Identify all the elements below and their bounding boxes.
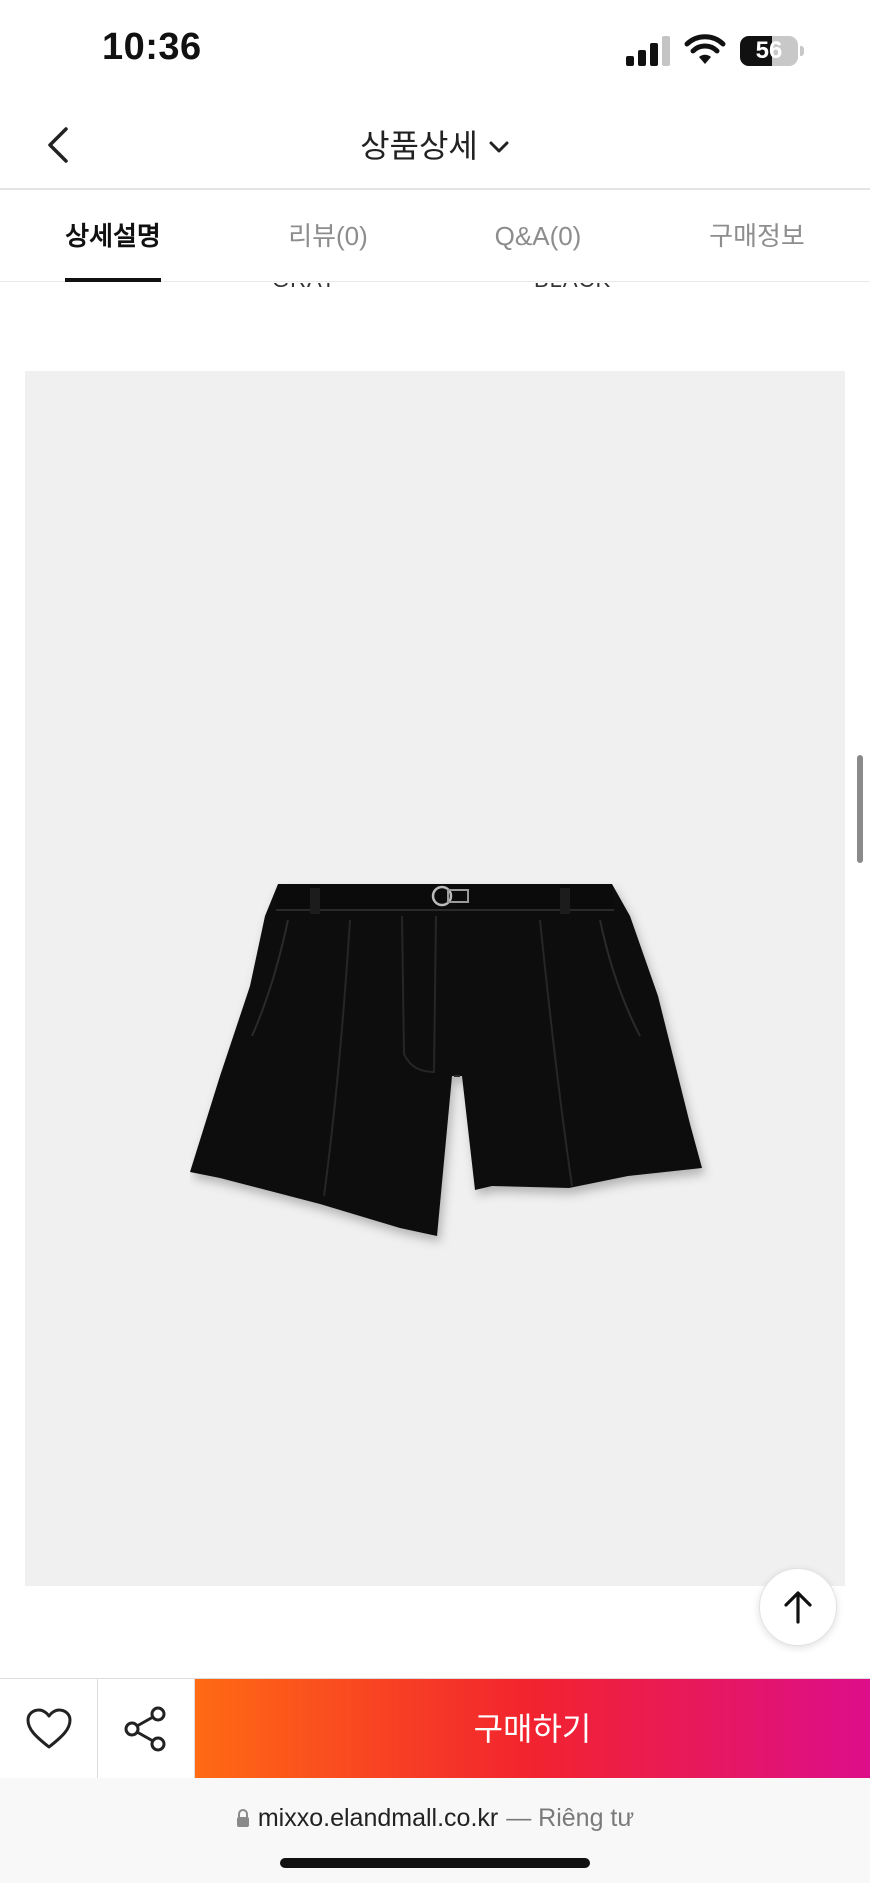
scroll-indicator[interactable] [857,755,863,863]
signal-icon [626,36,670,66]
header: 상품상세 [0,100,870,190]
lock-icon [236,1809,249,1827]
tab-qna[interactable]: Q&A(0) [465,190,611,282]
tab-purchase-info[interactable]: 구매정보 [684,190,830,282]
tab-detail[interactable]: 상세설명 [40,190,186,282]
tab-reviews[interactable]: 리뷰(0) [255,190,401,282]
black-shorts-image [190,884,702,1236]
active-tab-underline [65,278,161,282]
privacy-label: — Riêng tư [506,1803,635,1832]
status-bar: 10:36 56 [0,0,870,100]
arrow-up-icon [784,1591,812,1624]
battery-level: 56 [755,37,783,64]
buy-button[interactable]: 구매하기 [195,1679,870,1779]
url-domain: mixxo.elandmall.co.kr [257,1803,499,1832]
wishlist-button[interactable] [0,1679,98,1779]
bottom-action-bar: 구매하기 [0,1678,870,1779]
share-icon [124,1706,166,1752]
browser-address-bar: mixxo.elandmall.co.kr — Riêng tư [0,1778,870,1883]
battery-icon: 56 [740,36,804,66]
scroll-top-button[interactable] [759,1568,837,1646]
page-title: 상품상세 [360,128,478,164]
home-indicator [280,1858,590,1868]
heart-icon [26,1708,71,1749]
product-image [25,371,845,1586]
wifi-icon [684,34,726,64]
url-field[interactable]: mixxo.elandmall.co.kr — Riêng tư [0,1798,870,1838]
status-time: 10:36 [102,26,202,68]
product-detail-content: GRAY BLACK [0,283,870,1678]
page-title-dropdown[interactable]: 상품상세 [0,100,870,188]
color-label-black: BLACK [534,283,611,293]
color-label-gray: GRAY [272,283,337,293]
tab-bar: 상세설명 리뷰(0) Q&A(0) 구매정보 [0,190,870,282]
share-button[interactable] [98,1679,195,1779]
chevron-down-icon [489,141,509,153]
